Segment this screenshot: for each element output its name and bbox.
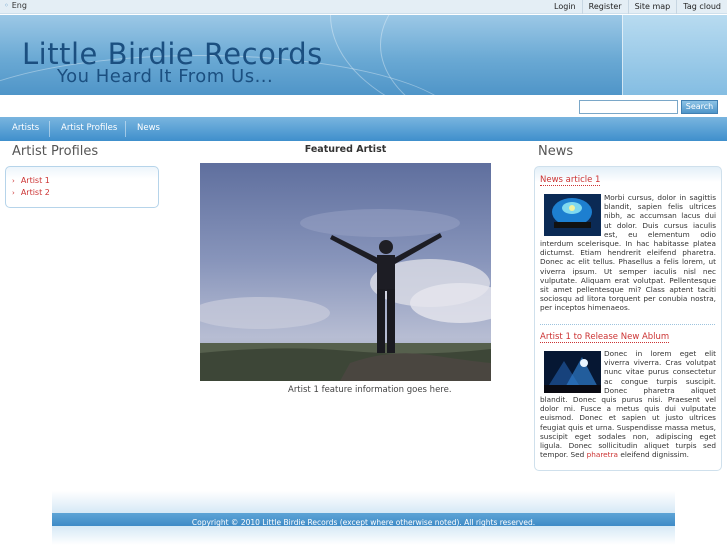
main-nav: Artists Artist Profiles News [0,117,727,141]
float-spacer [540,193,604,237]
news-article-title[interactable]: News article 1 [540,175,601,186]
bullet-arrow-icon: › [12,189,15,197]
nav-item-news[interactable]: News [137,117,160,141]
site-banner: Little Birdie Records You Heard It From … [0,15,727,95]
search-row: Search [0,95,727,119]
tag-cloud-link[interactable]: Tag cloud [676,0,727,14]
top-bar: ◦ Eng Login Register Site map Tag cloud [0,0,727,14]
artist-link-label: Artist 1 [20,176,50,185]
nav-divider [125,121,126,137]
artist-profiles-box: › Artist 1 › Artist 2 [5,166,159,208]
featured-artist-caption: Artist 1 feature information goes here. [288,385,452,395]
register-link[interactable]: Register [581,0,628,14]
news-article-title[interactable]: Artist 1 to Release New Ablum [540,332,670,343]
top-links: Login Register Site map Tag cloud [548,0,727,14]
news-article-body-tail: eleifend dignissim. [620,450,689,460]
news-divider [540,324,715,325]
nav-item-artists[interactable]: Artists [12,117,39,141]
language-label: Eng [11,1,27,10]
search-input[interactable] [579,100,678,114]
login-link[interactable]: Login [548,0,582,14]
pharetra-link[interactable]: pharetra [587,450,618,459]
banner-side-panel [622,15,727,95]
nav-item-artist-profiles[interactable]: Artist Profiles [61,117,117,141]
artist-link-2[interactable]: › Artist 2 [12,188,50,197]
featured-photo-art [200,163,491,381]
footer-top-band [52,491,675,513]
search-button[interactable]: Search [681,100,718,114]
news-heading: News [538,144,574,159]
footer-bottom-band [52,526,675,545]
news-article-body: Donec in lorem eget elit viverra viverra… [540,349,716,459]
featured-artist-heading: Featured Artist [304,144,387,155]
news-article-body: Morbi cursus, dolor in sagittis blandit,… [540,193,716,313]
globe-icon: ◦ [4,1,9,10]
artist-profiles-heading: Artist Profiles [12,144,99,159]
featured-artist-photo[interactable] [200,163,491,381]
site-tagline: You Heard It From Us... [57,66,274,87]
footer: Copyright © 2010 Little Birdie Records (… [52,491,675,545]
artist-link-label: Artist 2 [20,188,50,197]
language-selector[interactable]: ◦ Eng [4,1,27,10]
bullet-arrow-icon: › [12,177,15,185]
float-spacer [540,349,604,393]
artist-link-1[interactable]: › Artist 1 [12,176,50,185]
copyright-text: Copyright © 2010 Little Birdie Records (… [191,518,536,527]
site-map-link[interactable]: Site map [627,0,677,14]
nav-divider [49,121,50,137]
